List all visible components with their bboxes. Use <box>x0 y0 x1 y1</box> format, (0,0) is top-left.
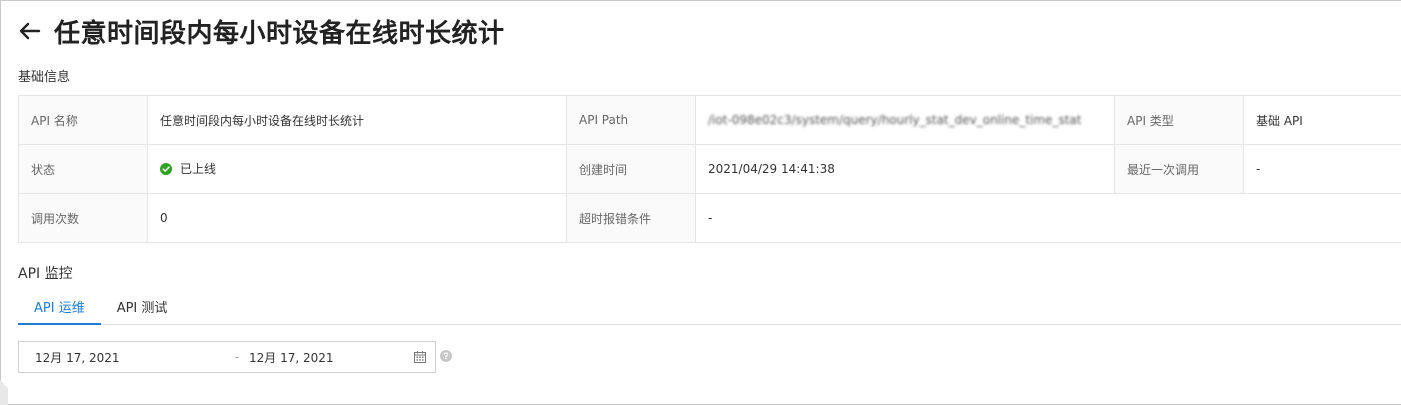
end-date-input[interactable] <box>249 350 409 364</box>
basic-info-table: API 名称 任意时间段内每小时设备在线时长统计 API Path /iot-0… <box>18 95 1401 243</box>
call-count-label: 调用次数 <box>18 193 148 243</box>
table-row: 状态 已上线 创建时间 2021/04/29 14:41:38 最近一次调用 - <box>18 144 1401 194</box>
api-path-value: /iot-098e02c3/system/query/hourly_stat_d… <box>695 95 1115 145</box>
api-path-text: /iot-098e02c3/system/query/hourly_stat_d… <box>708 113 1082 127</box>
timeout-condition-label: 超时报错条件 <box>566 193 696 243</box>
basic-info-title: 基础信息 <box>18 70 71 85</box>
api-path-label: API Path <box>566 95 696 145</box>
api-type-label: API 类型 <box>1114 95 1244 145</box>
tab-api-ops[interactable]: API 运维 <box>18 294 101 325</box>
monitor-tabs: API 运维 API 测试 <box>18 294 1401 325</box>
question-circle-icon[interactable]: ? <box>440 350 452 362</box>
tab-api-test[interactable]: API 测试 <box>101 294 184 325</box>
created-time-value: 2021/04/29 14:41:38 <box>695 144 1115 194</box>
status-value: 已上线 <box>147 144 567 194</box>
calendar-icon[interactable] <box>413 350 427 364</box>
date-separator: - <box>234 350 240 364</box>
page-title: 任意时间段内每小时设备在线时长统计 <box>54 18 505 49</box>
last-call-value: - <box>1243 144 1401 194</box>
call-count-value: 0 <box>147 193 567 243</box>
page-header: 任意时间段内每小时设备在线时长统计 <box>18 12 505 50</box>
start-date-input[interactable] <box>35 350 225 364</box>
api-name-value: 任意时间段内每小时设备在线时长统计 <box>147 95 567 145</box>
table-row: 调用次数 0 超时报错条件 - <box>18 193 1401 243</box>
status-badge: 已上线 <box>160 160 216 177</box>
api-name-label: API 名称 <box>18 95 148 145</box>
api-type-value: 基础 API <box>1243 95 1401 145</box>
resize-grip-icon <box>0 378 10 405</box>
status-text: 已上线 <box>180 162 217 177</box>
date-range-picker[interactable]: - <box>18 341 436 373</box>
timeout-condition-value: - <box>695 193 1401 243</box>
api-monitor-title: API 监控 <box>18 266 73 282</box>
table-row: API 名称 任意时间段内每小时设备在线时长统计 API Path /iot-0… <box>18 95 1401 145</box>
created-time-label: 创建时间 <box>566 144 696 194</box>
status-label: 状态 <box>18 144 148 194</box>
arrow-left-icon[interactable] <box>18 19 42 43</box>
check-circle-icon <box>160 162 172 175</box>
last-call-label: 最近一次调用 <box>1114 144 1244 194</box>
